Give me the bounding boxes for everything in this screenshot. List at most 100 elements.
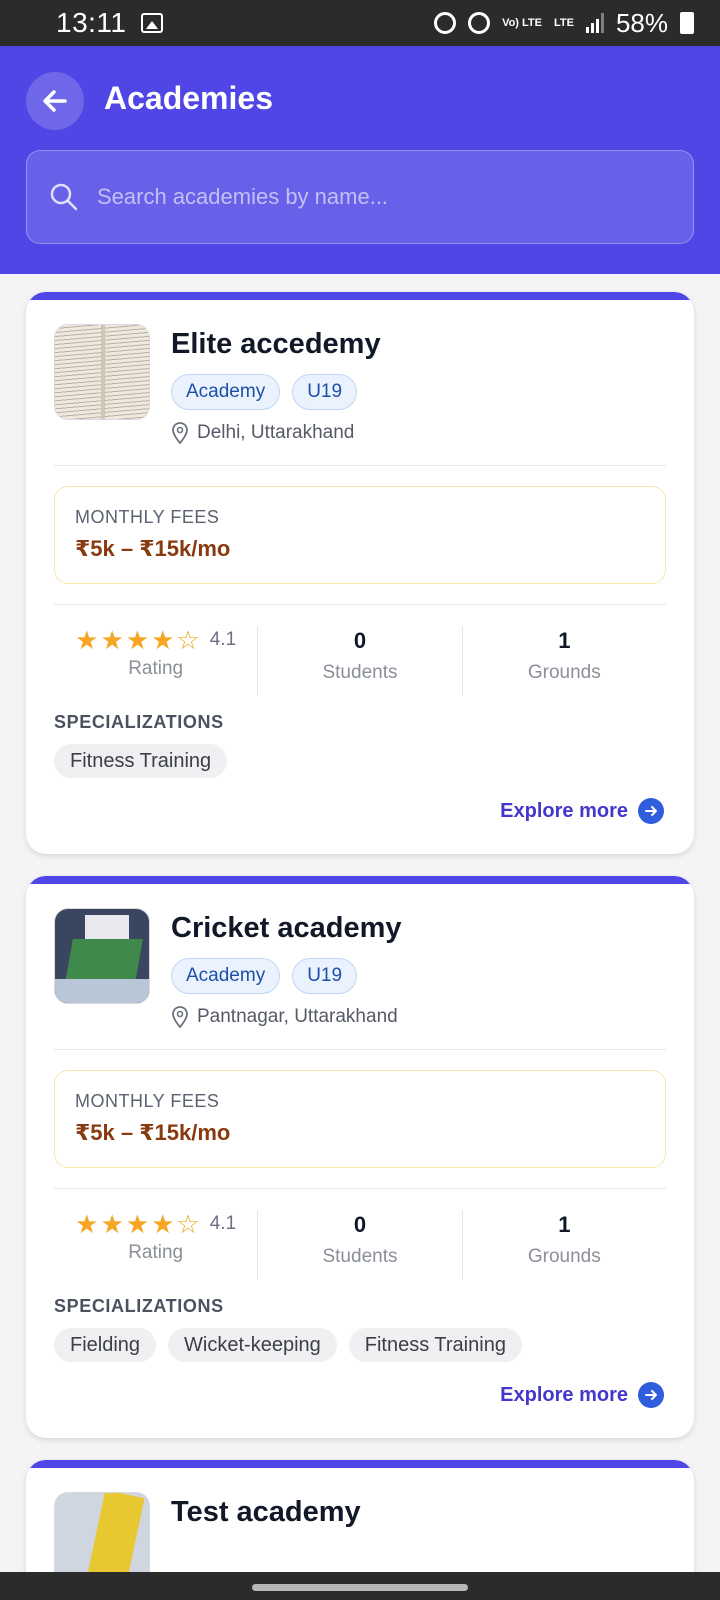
star-filled-icon: ★: [151, 625, 175, 655]
rating-value: 4.1: [209, 1213, 237, 1234]
location-pin-icon: [172, 422, 188, 444]
students-label: Students: [322, 1246, 398, 1267]
status-time: 13:11: [56, 7, 127, 38]
explore-more-label: Explore more: [500, 799, 628, 822]
fees-value: ₹5k – ₹15k/mo: [75, 1120, 231, 1145]
star-filled-icon: ★: [125, 1209, 150, 1239]
specializations-title: SPECIALIZATIONS: [54, 712, 224, 732]
academy-stats: ★ ★ ★ ★ ☆ 4.1 Rating 0 Students 1 Ground…: [54, 626, 666, 696]
explore-more-link[interactable]: Explore more: [500, 798, 664, 824]
students-stat: 0 Students: [257, 1210, 461, 1280]
grounds-value: 1: [558, 1212, 571, 1237]
card-accent-bar: [26, 876, 694, 884]
divider: [54, 604, 666, 605]
location-text: Pantnagar, Uttarakhand: [197, 1006, 398, 1027]
status-bar: 13:11 Vo) LTE LTE 58%: [0, 0, 720, 46]
monthly-fees-box: MONTHLY FEES ₹5k – ₹15k/mo: [54, 486, 666, 584]
specializations-list: Fielding Wicket-keeping Fitness Training: [54, 1328, 522, 1362]
location-pin-icon: [172, 1006, 188, 1028]
rating-value: 4.1: [209, 629, 237, 650]
grounds-stat: 1 Grounds: [461, 1210, 666, 1280]
card-accent-bar: [26, 292, 694, 300]
hotspot-icon: [468, 12, 491, 34]
search-bar[interactable]: [26, 150, 694, 244]
academy-name: Test academy: [171, 1496, 361, 1528]
grounds-label: Grounds: [527, 662, 601, 683]
students-stat: 0 Students: [257, 626, 461, 696]
search-icon: [50, 183, 78, 211]
specialization-chip: Wicket-keeping: [168, 1328, 337, 1362]
students-value: 0: [353, 628, 367, 653]
star-filled-icon: ★: [151, 1209, 175, 1239]
fees-label: MONTHLY FEES: [75, 1091, 220, 1111]
fees-value: ₹5k – ₹15k/mo: [75, 536, 231, 561]
page-title: Academies: [104, 80, 273, 116]
rating-stat: ★ ★ ★ ★ ☆ 4.1 Rating: [54, 626, 257, 696]
field-shape: [65, 939, 143, 983]
rating-stars: ★ ★ ★ ★ ☆ 4.1: [75, 1210, 236, 1238]
arrow-right-circle-icon: [638, 798, 664, 824]
card-accent-bar: [26, 1460, 694, 1468]
star-filled-icon: ★: [100, 625, 124, 655]
status-icons: Vo) LTE LTE 58%: [434, 8, 694, 39]
navigation-bar: [0, 1572, 720, 1600]
search-input[interactable]: [97, 184, 657, 210]
grounds-label: Grounds: [527, 1246, 601, 1267]
location-text: Delhi, Uttarakhand: [197, 422, 355, 443]
divider: [54, 1188, 666, 1189]
academy-thumbnail: [54, 324, 150, 420]
divider: [54, 1049, 666, 1050]
rating-label: Rating: [128, 658, 184, 679]
fabric-shape: [55, 979, 149, 1003]
specializations-list: Fitness Training: [54, 744, 228, 778]
rating-stat: ★ ★ ★ ★ ☆ 4.1 Rating: [54, 1210, 257, 1280]
specialization-chip: Fitness Training: [348, 1328, 522, 1362]
arrow-left-icon: [43, 90, 67, 112]
students-label: Students: [322, 662, 398, 683]
tag-type: Academy: [171, 374, 281, 410]
star-empty-icon: ☆: [176, 1209, 200, 1239]
specialization-chip: Fitness Training: [54, 744, 228, 778]
tag-age-group: U19: [292, 958, 358, 994]
academy-location: Pantnagar, Uttarakhand: [171, 1006, 398, 1028]
star-filled-icon: ★: [100, 1209, 124, 1239]
specialization-chip: Fielding: [54, 1328, 157, 1362]
card-shape: [85, 915, 129, 939]
academy-thumbnail: [54, 908, 150, 1004]
fees-label: MONTHLY FEES: [75, 507, 220, 527]
monthly-fees-box: MONTHLY FEES ₹5k – ₹15k/mo: [54, 1070, 666, 1168]
volte-icon: Vo) LTE: [502, 17, 542, 29]
divider: [54, 465, 666, 466]
students-value: 0: [353, 1212, 367, 1237]
tag-age-group: U19: [292, 374, 358, 410]
star-empty-icon: ☆: [176, 625, 200, 655]
battery-icon: [680, 12, 694, 34]
academy-tags: Academy U19: [171, 958, 358, 994]
academy-card[interactable]: Elite accedemy Academy U19 Delhi, Uttara…: [26, 292, 694, 854]
tag-type: Academy: [171, 958, 281, 994]
alarm-icon: [434, 12, 457, 34]
battery-percent: 58%: [615, 7, 668, 38]
academy-tags: Academy U19: [171, 374, 358, 410]
lte-icon: LTE: [553, 17, 574, 29]
academy-name: Elite accedemy: [171, 328, 381, 360]
explore-more-label: Explore more: [500, 1383, 628, 1406]
arrow-right-circle-icon: [638, 1382, 664, 1408]
home-handle[interactable]: [252, 1584, 468, 1591]
rating-label: Rating: [128, 1242, 184, 1263]
signal-icon: [585, 13, 604, 33]
specializations-title: SPECIALIZATIONS: [54, 1296, 224, 1316]
book-spine: [101, 325, 105, 419]
explore-more-link[interactable]: Explore more: [500, 1382, 664, 1408]
academy-location: Delhi, Uttarakhand: [171, 422, 354, 444]
academy-card[interactable]: Cricket academy Academy U19 Pantnagar, U…: [26, 876, 694, 1438]
star-filled-icon: ★: [125, 625, 150, 655]
app-header: Academies: [0, 46, 720, 274]
grounds-value: 1: [558, 628, 571, 653]
rating-stars: ★ ★ ★ ★ ☆ 4.1: [75, 626, 236, 654]
star-filled-icon: ★: [75, 1209, 99, 1239]
back-button[interactable]: [26, 72, 84, 130]
star-filled-icon: ★: [75, 625, 99, 655]
academy-stats: ★ ★ ★ ★ ☆ 4.1 Rating 0 Students 1 Ground…: [54, 1210, 666, 1280]
grounds-stat: 1 Grounds: [461, 626, 666, 696]
